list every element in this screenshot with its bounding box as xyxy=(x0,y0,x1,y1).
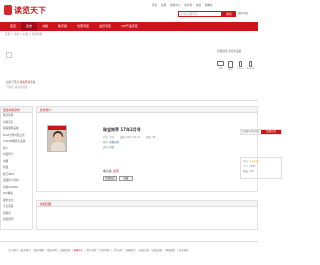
past-issues-panel: 往期回顾 xyxy=(36,200,258,230)
category-link[interactable]: 时尚 xyxy=(109,146,114,149)
top-links: 登录 注册 帮助中心 客户端 充值 购物车 xyxy=(152,3,256,7)
nav-item-deals[interactable]: 优惠专区 xyxy=(72,22,94,31)
main-nav: 首页 杂志 书籍 数字报 优惠专区 会员专区 VIP产品专区 xyxy=(0,22,258,31)
footer-links: 关于我们 | 联系我们 | 网站地图 | 版权声明 | 投稿须知 | 客服中心 | 新手指南… xyxy=(8,249,189,252)
top-link[interactable]: 购物车 xyxy=(205,4,213,7)
android-phone-icon xyxy=(249,61,252,67)
top-link[interactable]: 帮助中心 xyxy=(170,4,180,7)
price-line: 电子版: 免费 xyxy=(103,169,163,173)
price-value: 免费 xyxy=(113,169,119,173)
nav-item-magazines[interactable]: 杂志 xyxy=(21,22,38,31)
section-divider xyxy=(0,100,258,101)
search-input[interactable]: 杂志名/期刊号 xyxy=(178,11,222,17)
read-free-button[interactable]: 免费阅读 xyxy=(103,176,117,181)
login-suffix: 查看 xyxy=(30,81,36,84)
logo-mark-icon xyxy=(4,5,12,15)
cover-masthead xyxy=(48,126,66,130)
device-label: iPhone xyxy=(237,68,244,70)
login-link[interactable]: 请先登录 xyxy=(20,81,30,84)
magazine-meta: 刊号: 月刊 出版: 2017-02-01 页数: 96 xyxy=(103,136,213,139)
search-button[interactable]: 搜索 xyxy=(222,11,236,17)
issue-row: 期号: 查看往期 xyxy=(103,141,193,144)
footer-link[interactable]: 常见问题 xyxy=(100,249,110,252)
devices-title: 免费阅读:支持的设备 xyxy=(217,50,242,53)
login-prefix: 如您已登录, xyxy=(6,81,20,84)
device-list: 电脑 iPad iPhone Android xyxy=(217,61,257,79)
footer-link[interactable]: 版权声明 xyxy=(47,249,57,252)
nav-item-vip[interactable]: VIP产品专区 xyxy=(116,22,143,31)
footer-link[interactable]: 网络备案 xyxy=(166,249,176,252)
footer-link[interactable]: 投稿须知 xyxy=(61,249,71,252)
login-prompt: 如您已登录,请先登录查看 xyxy=(6,81,86,85)
footer-link[interactable]: 隐私政策 xyxy=(153,249,163,252)
rating-label: 评分: xyxy=(243,160,249,163)
subscribe-box: 订阅杂志电子版 免费订阅 xyxy=(240,129,282,135)
past-issues-title: 往期回顾 xyxy=(37,201,257,207)
meta-item: 页数: 96 xyxy=(145,136,156,139)
device-label: 电脑 xyxy=(218,68,223,70)
device-android[interactable]: Android xyxy=(247,61,254,79)
footer-link[interactable]: 意见反馈 xyxy=(139,249,149,252)
breadcrumb: 首页 > 杂志 > 时尚 > 珠宝饰界 xyxy=(5,33,43,36)
rating-box: 评分: ★★★★☆ 人气: 2389 收藏: 126 xyxy=(240,157,282,179)
meta-item: 出版: 2017-02-01 xyxy=(119,136,141,139)
device-label: Android xyxy=(246,68,255,70)
broken-image-icon xyxy=(6,52,12,58)
category-row: 类别: 时尚 xyxy=(103,146,193,149)
cover-face xyxy=(54,133,62,142)
sidebar-item[interactable]: 新民周刊 xyxy=(1,217,32,224)
footer-link[interactable]: 关于我们 xyxy=(8,249,18,252)
footer-link[interactable]: 合作伙伴 xyxy=(113,249,123,252)
footer: 关于我们 | 联系我们 | 网站地图 | 版权声明 | 投稿须知 | 客服中心 | 新手指南… xyxy=(0,241,258,265)
nav-item-members[interactable]: 会员专区 xyxy=(94,22,116,31)
magazine-title: 珠宝饰界 17年2月号 xyxy=(103,127,141,132)
panel-title: 杂志简介 xyxy=(37,107,257,113)
top-link[interactable]: 客户端 xyxy=(184,4,192,7)
phone-icon xyxy=(239,61,242,67)
favorites-row: 收藏: 126 xyxy=(243,170,254,173)
footer-link[interactable]: 网站地图 xyxy=(34,249,44,252)
device-pc[interactable]: 电脑 xyxy=(217,61,224,79)
meta-item: 刊号: 月刊 xyxy=(103,136,115,139)
subscribe-button[interactable]: 免费订阅 xyxy=(261,130,281,134)
magazine-cover[interactable] xyxy=(47,125,67,152)
subscribe-label: 订阅杂志电子版 xyxy=(242,130,259,133)
popularity-row: 人气: 2389 xyxy=(243,165,256,168)
top-link[interactable]: 注册 xyxy=(161,4,166,7)
device-label: iPad xyxy=(228,69,233,71)
top-bar: 读览天下 登录 注册 帮助中心 客户端 充值 购物车 杂志名/期刊号 搜索 我的… xyxy=(0,0,258,20)
footer-link[interactable]: 客服中心 xyxy=(74,249,84,252)
footer-link[interactable]: 诚聘英才 xyxy=(126,249,136,252)
nav-item-home[interactable]: 首页 xyxy=(5,22,21,31)
site-logo[interactable]: 读览天下 xyxy=(4,5,50,17)
login-subline: 已购买,请直接阅读 xyxy=(6,86,28,89)
footer-link[interactable]: 新手指南 xyxy=(87,249,97,252)
favorite-button[interactable]: 收藏 xyxy=(119,176,133,181)
bookshelf-link[interactable]: 我的书架 xyxy=(238,12,256,16)
device-iphone[interactable]: iPhone xyxy=(237,61,244,79)
sidebar: 更多时尚杂志 珠宝饰界 时尚芭莎 瑞丽服饰美容 ELLE世界时装之苑 VOGUE… xyxy=(0,106,33,230)
rating-row: 评分: ★★★★☆ xyxy=(243,160,281,163)
device-ipad[interactable]: iPad xyxy=(227,61,234,79)
past-issues-link[interactable]: 查看往期 xyxy=(109,141,119,144)
tablet-icon xyxy=(228,61,233,68)
top-link[interactable]: 充值 xyxy=(196,4,201,7)
top-link[interactable]: 登录 xyxy=(152,4,157,7)
magazine-panel: 杂志简介 珠宝饰界 17年2月号 刊号: 月刊 出版: 2017-02-01 页… xyxy=(36,106,282,192)
cover-dress xyxy=(51,142,65,151)
price-label: 电子版: xyxy=(103,169,114,173)
nav-item-books[interactable]: 书籍 xyxy=(37,22,53,31)
rating-stars-icon[interactable]: ★★★★☆ xyxy=(249,160,260,163)
logo-text: 读览天下 xyxy=(14,6,46,15)
monitor-icon xyxy=(217,61,224,66)
footer-link[interactable]: 联系我们 xyxy=(21,249,31,252)
footer-link[interactable]: 营业执照 xyxy=(179,249,189,252)
nav-item-newspapers[interactable]: 数字报 xyxy=(53,22,72,31)
